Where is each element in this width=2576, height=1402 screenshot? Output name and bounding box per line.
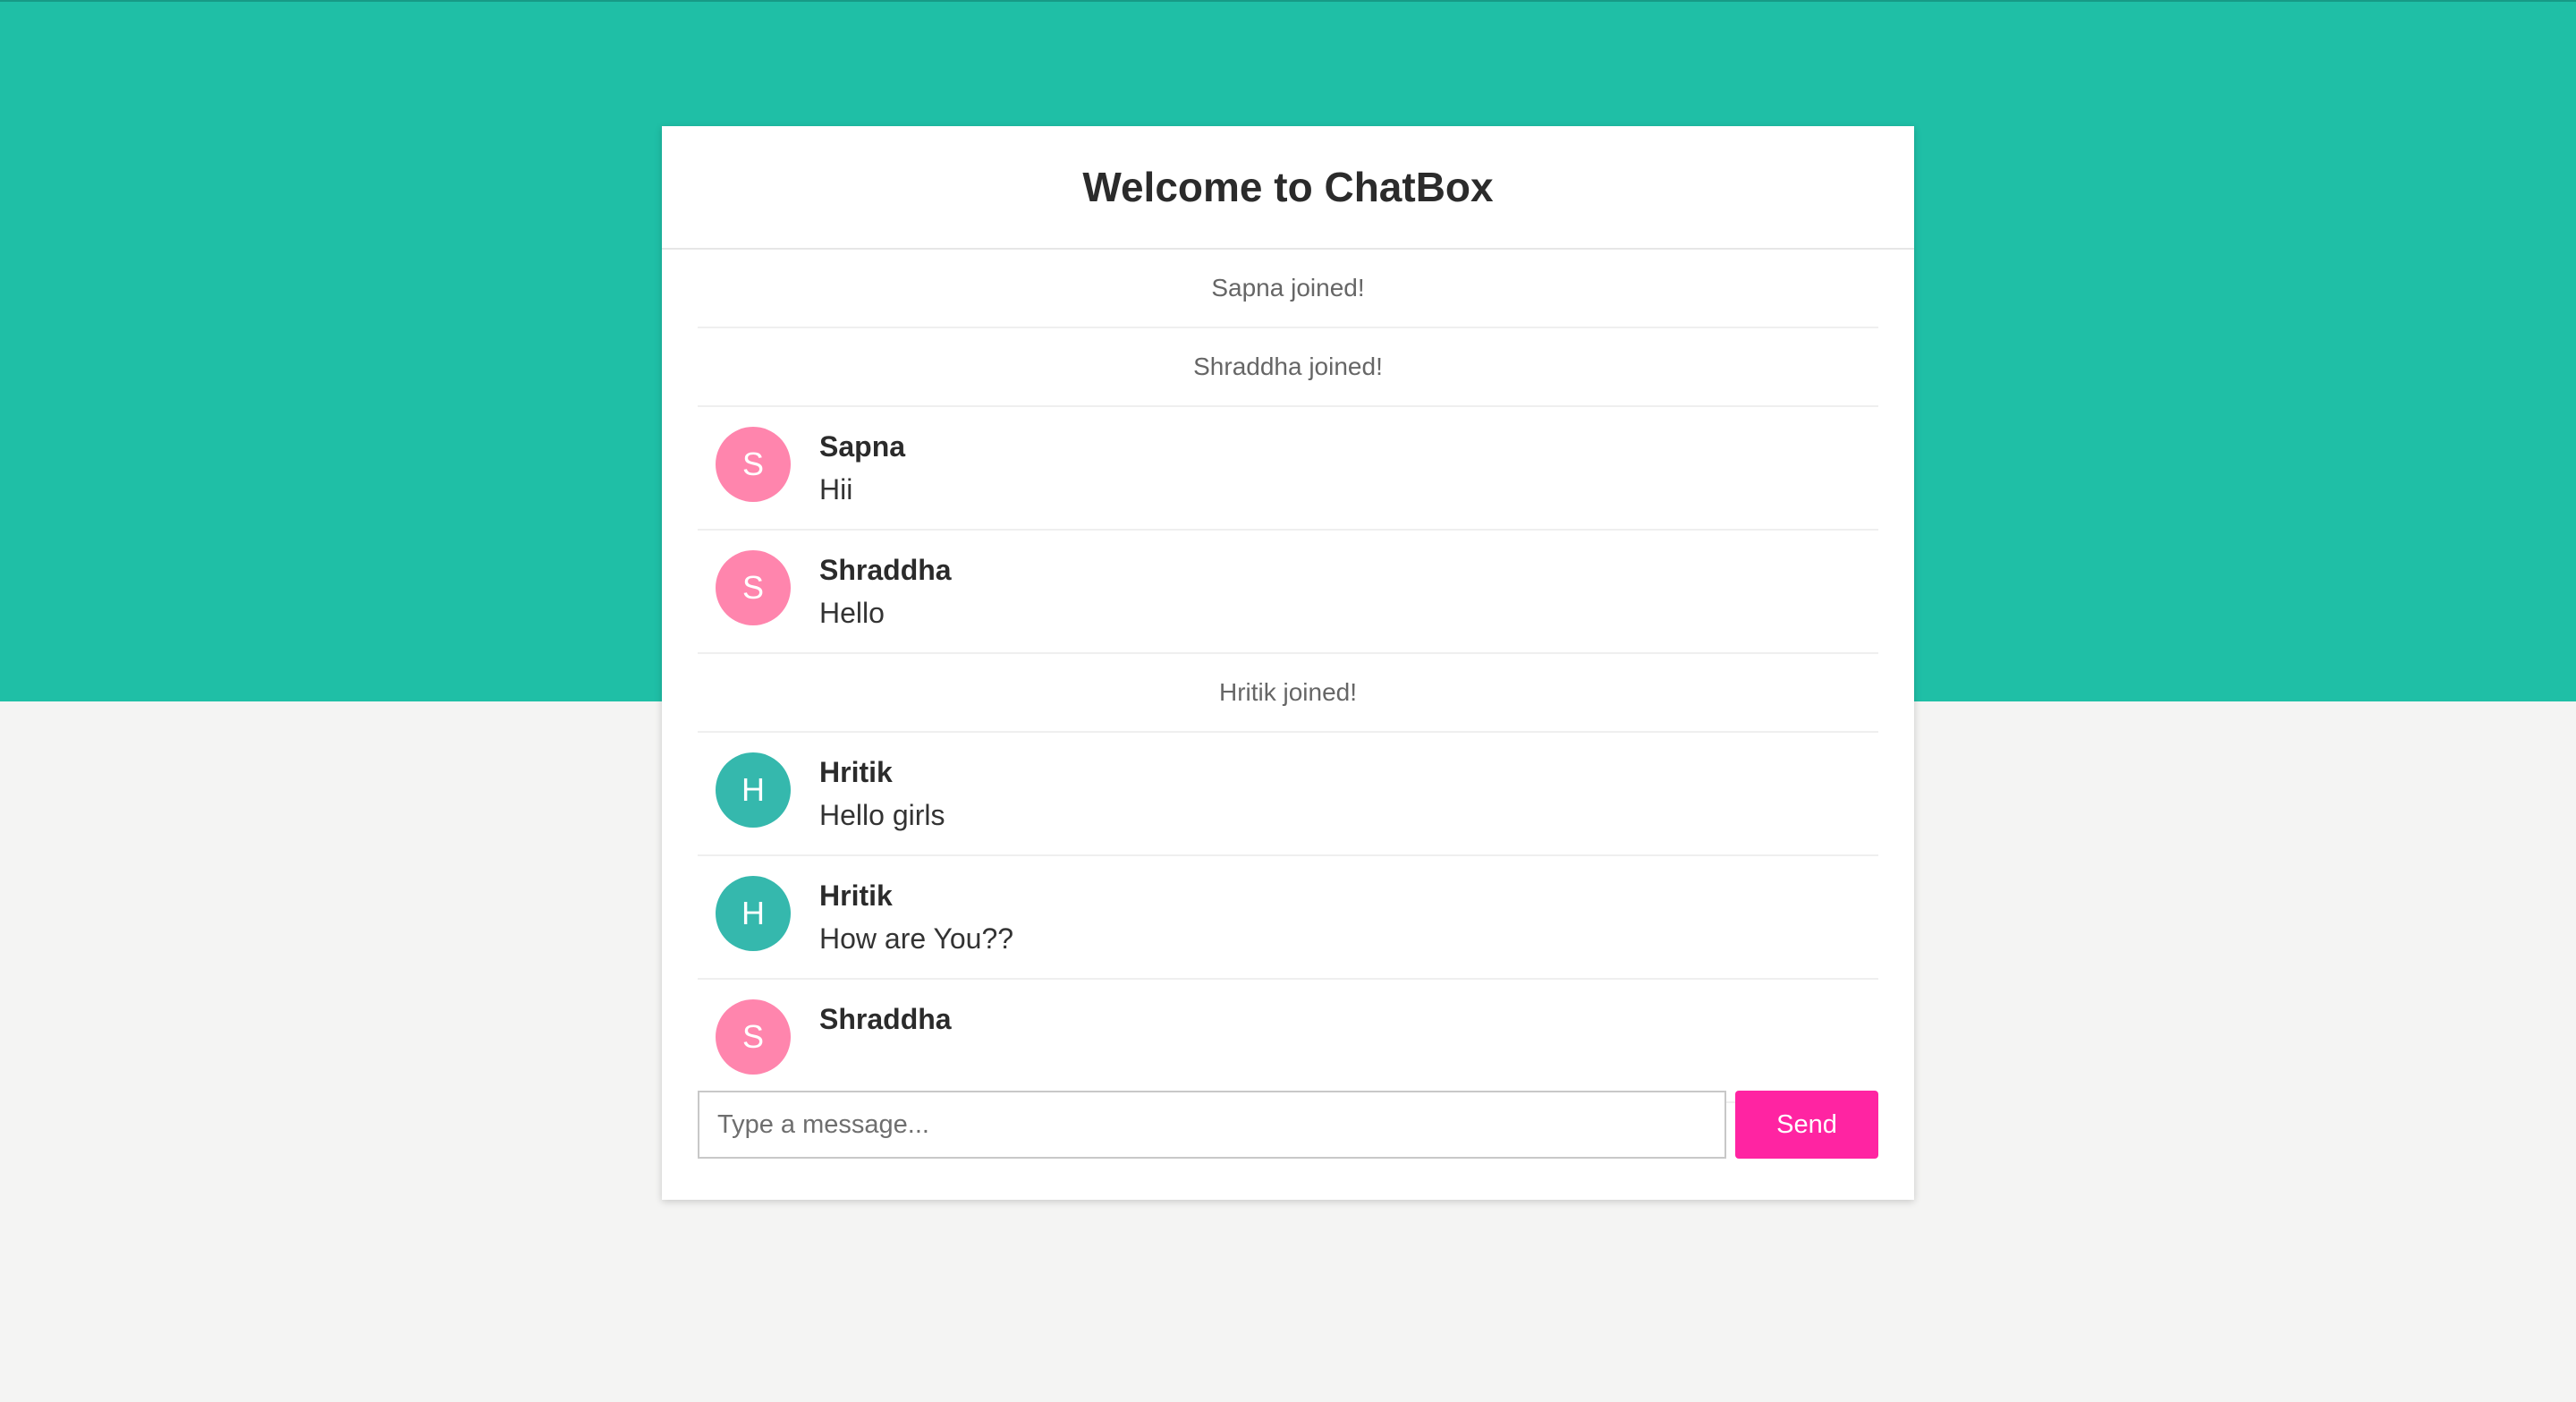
avatar: H [716, 752, 791, 828]
event-message-text: Shraddha joined! [1193, 353, 1383, 380]
message-text: Hello girls [819, 799, 945, 831]
page-title: Welcome to ChatBox [1082, 164, 1494, 210]
event-message: Sapna joined! [698, 250, 1878, 328]
chat-header: Welcome to ChatBox [662, 126, 1914, 250]
sender-name: Hritik [819, 756, 893, 788]
chat-message: S Shraddha [698, 980, 1878, 1103]
avatar: S [716, 427, 791, 502]
avatar: S [716, 550, 791, 625]
event-message-text: Sapna joined! [1211, 274, 1365, 302]
avatar: S [716, 999, 791, 1075]
message-form: Send [698, 1091, 1878, 1160]
chat-message: S Sapna Hii [698, 407, 1878, 531]
message-input[interactable] [698, 1091, 1726, 1159]
send-button[interactable]: Send [1735, 1091, 1878, 1159]
message-list: Sapna joined! Shraddha joined! S Sapna Hii S S… [698, 250, 1878, 1103]
chat-message: S Shraddha Hello [698, 531, 1878, 654]
avatar: H [716, 876, 791, 951]
event-message-text: Hritik joined! [1218, 678, 1358, 706]
sender-name: Sapna [819, 430, 906, 463]
message-text: Hello [819, 597, 885, 629]
event-message: Hritik joined! [698, 654, 1878, 733]
sender-name: Hritik [819, 879, 893, 912]
message-text: Hii [819, 473, 853, 506]
message-area[interactable]: Sapna joined! Shraddha joined! S Sapna Hii S S… [698, 250, 1878, 1180]
chat-message: H Hritik How are You?? [698, 856, 1878, 980]
sender-name: Shraddha [819, 1003, 952, 1035]
event-message: Shraddha joined! [698, 328, 1878, 407]
message-text: How are You?? [819, 922, 1014, 955]
chat-message: H Hritik Hello girls [698, 733, 1878, 856]
sender-name: Shraddha [819, 554, 952, 586]
chat-page: Welcome to ChatBox Sapna joined! Shraddha… [662, 126, 1914, 1200]
